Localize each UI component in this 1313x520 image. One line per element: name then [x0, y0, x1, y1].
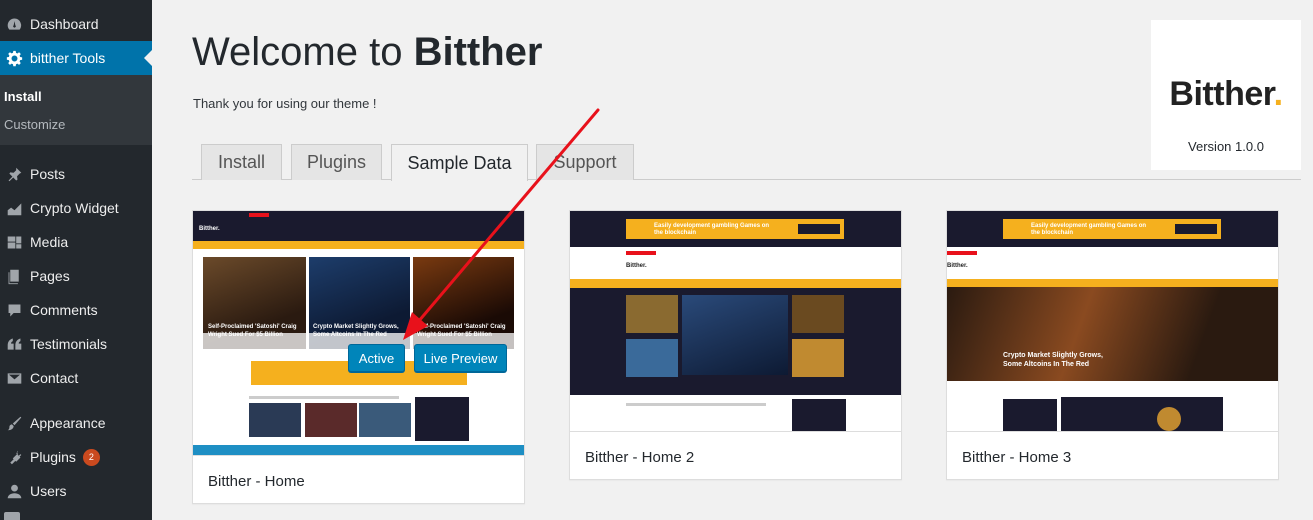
tab-sample-data[interactable]: Sample Data	[391, 144, 528, 181]
sidebar-item-label: Comments	[30, 302, 98, 318]
sidebar-item-pages[interactable]: Pages	[0, 259, 152, 293]
sidebar-item-contact[interactable]: Contact	[0, 361, 152, 395]
theme-name: Bitther - Home 2	[585, 449, 695, 466]
submenu-item-install[interactable]: Install	[4, 89, 42, 104]
theme-logo: Bitther.	[1169, 75, 1283, 113]
theme-card-home-2[interactable]: Easily development gambling Games on the…	[569, 210, 902, 480]
tab-install[interactable]: Install	[201, 144, 282, 180]
tab-support[interactable]: Support	[536, 144, 634, 180]
sidebar-item-label: Pages	[30, 268, 70, 284]
sidebar-item-label: Media	[30, 234, 69, 250]
brush-icon	[4, 413, 24, 433]
media-icon	[4, 232, 24, 252]
theme-version: Version 1.0.0	[1188, 139, 1264, 154]
theme-card-home-3[interactable]: Easily development gambling Games on the…	[946, 210, 1279, 480]
sidebar-item-plugins[interactable]: Plugins 2	[0, 440, 152, 474]
sidebar-item-label: Users	[30, 483, 67, 499]
sidebar-item-label: Appearance	[30, 415, 106, 431]
user-icon	[4, 481, 24, 501]
sidebar-item-label: Plugins	[30, 449, 76, 465]
sidebar-item-label: Testimonials	[30, 336, 108, 352]
sidebar-item-label: bitther Tools	[30, 50, 106, 66]
tools-icon	[4, 512, 20, 520]
sidebar-item-label: Dashboard	[30, 16, 99, 32]
admin-sidebar: Dashboard bitther Tools Install Customiz…	[0, 0, 152, 520]
preview-banner: Easily development gambling Games on the…	[1031, 223, 1147, 236]
sidebar-item-users[interactable]: Users	[0, 474, 152, 508]
dashboard-icon	[4, 14, 24, 34]
theme-screenshot: Bitther. Self-Proclaimed 'Satoshi' Craig…	[193, 211, 524, 457]
theme-screenshot: Easily development gambling Games on the…	[947, 211, 1278, 433]
sidebar-item-bitther-tools[interactable]: bitther Tools	[0, 41, 152, 75]
quote-icon	[4, 334, 24, 354]
gear-icon	[4, 48, 24, 68]
sidebar-item-label: Crypto Widget	[30, 200, 119, 216]
brand-name: Bitther	[413, 30, 543, 74]
preview-headline: Crypto Market Slightly Grows, Some Altco…	[1003, 352, 1103, 368]
sidebar-item-appearance[interactable]: Appearance	[0, 406, 152, 440]
live-preview-button[interactable]: Live Preview	[414, 344, 507, 372]
theme-logo-box: Bitther. Version 1.0.0	[1151, 20, 1301, 170]
sidebar-item-crypto-widget[interactable]: Crypto Widget	[0, 191, 152, 225]
sidebar-item-label: Contact	[30, 370, 79, 386]
sidebar-item-testimonials[interactable]: Testimonials	[0, 327, 152, 361]
theme-name: Bitther - Home 3	[962, 449, 1072, 466]
sidebar-submenu: Install Customize	[0, 75, 152, 145]
sidebar-item-comments[interactable]: Comments	[0, 293, 152, 327]
sidebar-item-media[interactable]: Media	[0, 225, 152, 259]
theme-card-home[interactable]: Bitther. Self-Proclaimed 'Satoshi' Craig…	[192, 210, 525, 504]
submenu-item-customize[interactable]: Customize	[4, 117, 65, 132]
pin-icon	[4, 164, 24, 184]
comment-icon	[4, 300, 24, 320]
theme-name: Bitther - Home	[208, 473, 305, 490]
sidebar-item-posts[interactable]: Posts	[0, 157, 152, 191]
theme-screenshot: Easily development gambling Games on the…	[570, 211, 901, 433]
pages-icon	[4, 266, 24, 286]
preview-banner: Easily development gambling Games on the…	[654, 223, 770, 236]
sidebar-item-label: Posts	[30, 166, 66, 182]
page-title: Welcome to Bitther	[192, 30, 543, 74]
tab-plugins[interactable]: Plugins	[291, 144, 382, 180]
envelope-icon	[4, 368, 24, 388]
page-subtitle: Thank you for using our theme !	[193, 96, 377, 111]
plug-icon	[4, 447, 24, 467]
chart-icon	[4, 198, 24, 218]
plugins-update-badge: 2	[82, 448, 100, 466]
sidebar-item-dashboard[interactable]: Dashboard	[0, 7, 152, 41]
active-button[interactable]: Active	[348, 344, 405, 372]
